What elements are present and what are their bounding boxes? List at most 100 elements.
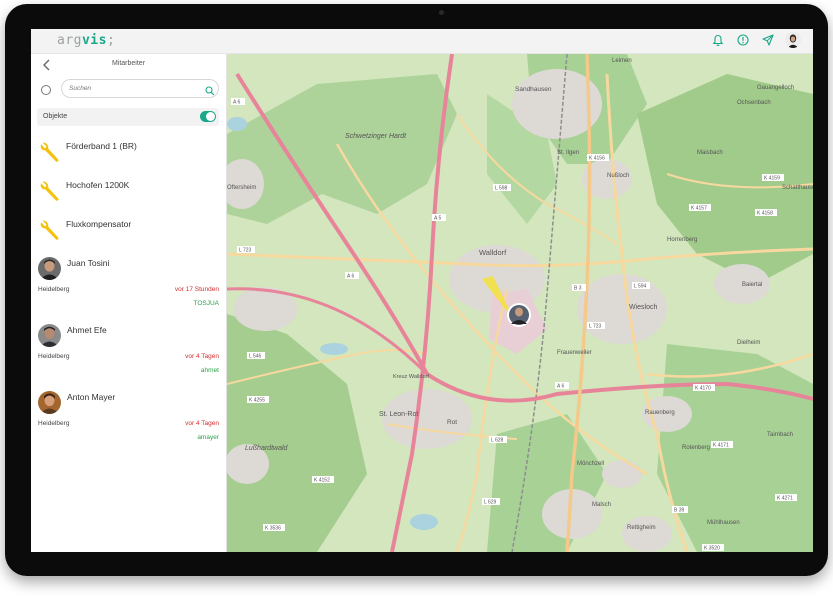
search-icon[interactable] [205,83,215,96]
svg-text:L 628: L 628 [491,438,504,444]
person-location: Heidelberg [38,353,70,360]
svg-text:Baiertal: Baiertal [742,282,762,288]
map-view[interactable]: Sandhausen St. Ilgen Nußloch Walldorf Wi… [227,54,813,552]
svg-text:Rotenberg: Rotenberg [682,445,710,451]
tablet-frame: argvis; Mitarbeiter Suchen Objekte Förde… [5,4,828,576]
svg-text:B 39: B 39 [674,508,685,514]
svg-text:Rettigheim: Rettigheim [627,525,656,531]
svg-text:Ochsenbach: Ochsenbach [737,100,771,106]
wrench-icon [38,140,62,164]
last-seen: vor 4 Tagen [185,420,219,427]
search-input[interactable] [61,79,219,98]
svg-text:Rauenberg: Rauenberg [645,410,675,416]
svg-text:Dielheim: Dielheim [737,340,760,346]
svg-text:B 3: B 3 [574,286,582,292]
logo-prefix: arg [57,33,82,48]
entity-list: Förderband 1 (BR) Hochofen 1200K Fluxkom… [31,134,226,452]
svg-text:Sandhausen: Sandhausen [515,86,552,93]
person-location: Heidelberg [38,420,70,427]
svg-text:K 4152: K 4152 [314,478,330,484]
object-name: Fluxkompensator [66,219,132,229]
logo-suffix: ; [106,33,116,48]
info-icon[interactable] [735,32,751,48]
svg-text:L 629: L 629 [484,500,497,506]
svg-text:Rot: Rot [447,419,457,426]
svg-text:L 723: L 723 [589,324,602,330]
username: amayer [197,434,219,441]
svg-text:Frauenweiler: Frauenweiler [557,350,592,356]
svg-text:Walldorf: Walldorf [479,248,507,257]
svg-text:K 4255: K 4255 [249,398,265,404]
svg-text:St. Leon-Rot: St. Leon-Rot [379,411,418,418]
list-item[interactable]: Förderband 1 (BR) [31,134,226,173]
app-screen: argvis; Mitarbeiter Suchen Objekte Förde… [31,29,813,552]
svg-text:Tairnbach: Tairnbach [767,432,793,438]
avatar [38,257,61,280]
employee-sidebar: Mitarbeiter Objekte Förderband 1 (BR) [31,54,227,552]
sidebar-header: Mitarbeiter [31,54,226,76]
svg-text:K 4156: K 4156 [589,156,605,162]
search-row [31,76,226,104]
person-location: Heidelberg [38,286,70,293]
svg-text:L 546: L 546 [249,354,262,360]
person-name: Ahmet Efe [67,325,107,335]
bell-icon[interactable] [710,32,726,48]
svg-text:A 5: A 5 [434,216,441,222]
svg-text:K 4271: K 4271 [777,496,793,502]
object-name: Hochofen 1200K [66,180,130,190]
svg-text:Leimen: Leimen [612,58,632,64]
svg-text:K 4171: K 4171 [713,443,729,449]
sidebar-title: Mitarbeiter [111,60,146,67]
logo-accent: vis [81,33,107,48]
top-bar: argvis; [31,29,813,54]
list-item[interactable]: Anton Mayer Heidelberg vor 4 Tagen amaye… [31,385,226,452]
svg-text:K 3520: K 3520 [704,546,720,552]
svg-text:Oftersheim: Oftersheim [227,185,256,191]
user-avatar[interactable] [785,32,801,48]
username: ahmet [200,367,219,374]
username: TOSJUA [193,300,219,307]
svg-text:A 6: A 6 [347,274,354,280]
svg-text:Mönchzell: Mönchzell [577,461,604,467]
svg-text:K 4170: K 4170 [695,386,711,392]
svg-text:K 3536: K 3536 [265,526,281,532]
svg-text:Wiesloch: Wiesloch [629,304,658,311]
last-seen: vor 4 Tagen [185,353,219,360]
svg-text:K 4157: K 4157 [691,206,707,212]
svg-text:Nußloch: Nußloch [607,173,629,179]
person-name: Anton Mayer [67,392,116,402]
avatar [38,324,61,347]
list-item[interactable]: Ahmet Efe Heidelberg vor 4 Tagen ahmet [31,318,226,385]
svg-text:L 598: L 598 [495,186,508,192]
svg-text:K 4159: K 4159 [764,176,780,182]
svg-text:Malsch: Malsch [592,502,611,508]
toggle-knob [206,112,215,121]
avatar [38,391,61,414]
svg-text:Schwetzinger Hardt: Schwetzinger Hardt [345,133,407,140]
app-logo[interactable]: argvis; [57,33,115,48]
list-item[interactable]: Hochofen 1200K [31,173,226,212]
list-item[interactable]: Juan Tosini Heidelberg vor 17 Stunden TO… [31,251,226,318]
camera-dot [439,10,444,15]
svg-text:Maisbach: Maisbach [697,150,723,156]
svg-text:Mühlhausen: Mühlhausen [707,520,740,526]
select-all-radio[interactable] [41,85,51,95]
objects-toggle[interactable] [200,111,216,122]
svg-text:Lußhardtwald: Lußhardtwald [245,445,289,452]
top-icons [710,32,801,48]
svg-text:Schatthausen: Schatthausen [782,185,813,191]
wrench-icon [38,179,62,203]
svg-text:L 723: L 723 [239,248,252,254]
object-name: Förderband 1 (BR) [66,141,137,151]
svg-text:St. Ilgen: St. Ilgen [557,150,579,156]
wrench-icon [38,218,62,242]
svg-text:A 6: A 6 [557,384,564,390]
svg-text:A 6: A 6 [233,100,240,106]
map-canvas[interactable]: Sandhausen St. Ilgen Nußloch Walldorf Wi… [227,54,813,552]
svg-text:L 594: L 594 [634,284,647,290]
svg-text:Horrenberg: Horrenberg [667,237,697,243]
svg-text:Gauangelloch: Gauangelloch [757,85,794,91]
send-icon[interactable] [760,32,776,48]
list-item[interactable]: Fluxkompensator [31,212,226,251]
svg-text:K 4158: K 4158 [757,211,773,217]
